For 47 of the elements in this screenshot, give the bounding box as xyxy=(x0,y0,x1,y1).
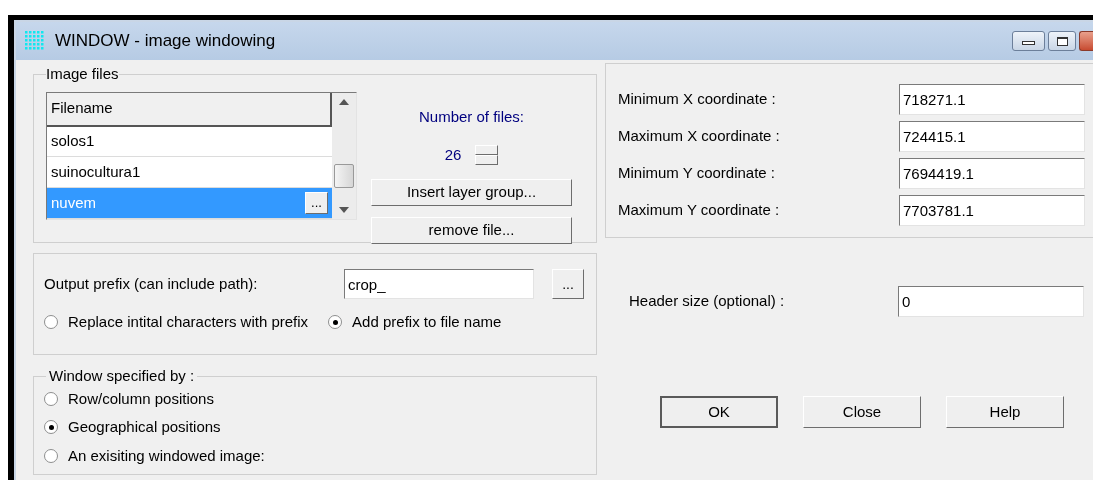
coordinate-label: Minimum X coordinate : xyxy=(618,89,777,110)
output-label: Output prefix (can include path): xyxy=(44,273,259,294)
close-button[interactable] xyxy=(1079,31,1093,51)
window-title: WINDOW - image windowing xyxy=(55,30,276,53)
push-button[interactable]: remove file... xyxy=(371,216,572,244)
push-button[interactable]: Close xyxy=(803,396,921,428)
maximize-button[interactable] xyxy=(1048,31,1076,51)
radio-button[interactable] xyxy=(44,420,58,435)
spin-buttons[interactable] xyxy=(475,145,499,166)
radio-button[interactable] xyxy=(44,315,58,330)
scroll-up-arrow-icon[interactable] xyxy=(339,98,349,105)
coordinate-field[interactable]: 7694419.1 xyxy=(899,158,1085,189)
radio-label: Geographical positions xyxy=(68,417,221,437)
coordinate-label: Maximum Y coordinate : xyxy=(618,200,781,221)
radio-label: Replace intital characters with prefix xyxy=(68,312,309,332)
scroll-thumb[interactable] xyxy=(334,163,354,188)
header-size-label: Header size (optional) : xyxy=(629,291,786,312)
radio-label: Add prefix to file name xyxy=(352,312,502,332)
radio-button[interactable] xyxy=(44,391,58,406)
scroll-down-arrow-icon[interactable] xyxy=(339,206,349,213)
radio-label: An exisiting windowed image: xyxy=(68,445,265,466)
minimize-button[interactable] xyxy=(1012,31,1045,51)
prefix-field[interactable]: crop_ xyxy=(344,269,534,299)
file-row[interactable]: nuvem ... xyxy=(47,188,332,219)
browse-button[interactable]: ... xyxy=(552,269,584,299)
coordinate-field[interactable]: 724415.1 xyxy=(899,121,1085,152)
browse-button[interactable]: ... xyxy=(305,191,328,214)
count-label: Number of files: xyxy=(418,106,524,127)
push-button[interactable]: OK xyxy=(660,396,778,428)
coordinate-label: Maximum X coordinate : xyxy=(618,126,781,147)
radio-button[interactable] xyxy=(328,315,343,330)
radio-button[interactable] xyxy=(44,448,58,463)
file-row[interactable]: suinocultura1 xyxy=(47,157,332,188)
coordinate-field[interactable]: 7703781.1 xyxy=(899,195,1085,226)
radio-label: Row/column positions xyxy=(68,388,214,409)
coordinate-label: Minimum Y coordinate : xyxy=(618,163,777,184)
header-size-field[interactable]: 0 xyxy=(898,286,1084,317)
push-button[interactable]: Insert layer group... xyxy=(371,178,572,206)
group-label: Window specified by : xyxy=(48,366,196,386)
grid-icon xyxy=(25,31,45,51)
column-header: Filename xyxy=(47,92,332,127)
file-row[interactable]: solos1 xyxy=(47,126,332,158)
file-count: 26 xyxy=(444,145,462,165)
group-label: Image files xyxy=(46,64,119,84)
push-button[interactable]: Help xyxy=(946,396,1064,428)
scrollbar[interactable] xyxy=(332,92,356,219)
coordinate-field[interactable]: 718271.1 xyxy=(899,84,1085,115)
